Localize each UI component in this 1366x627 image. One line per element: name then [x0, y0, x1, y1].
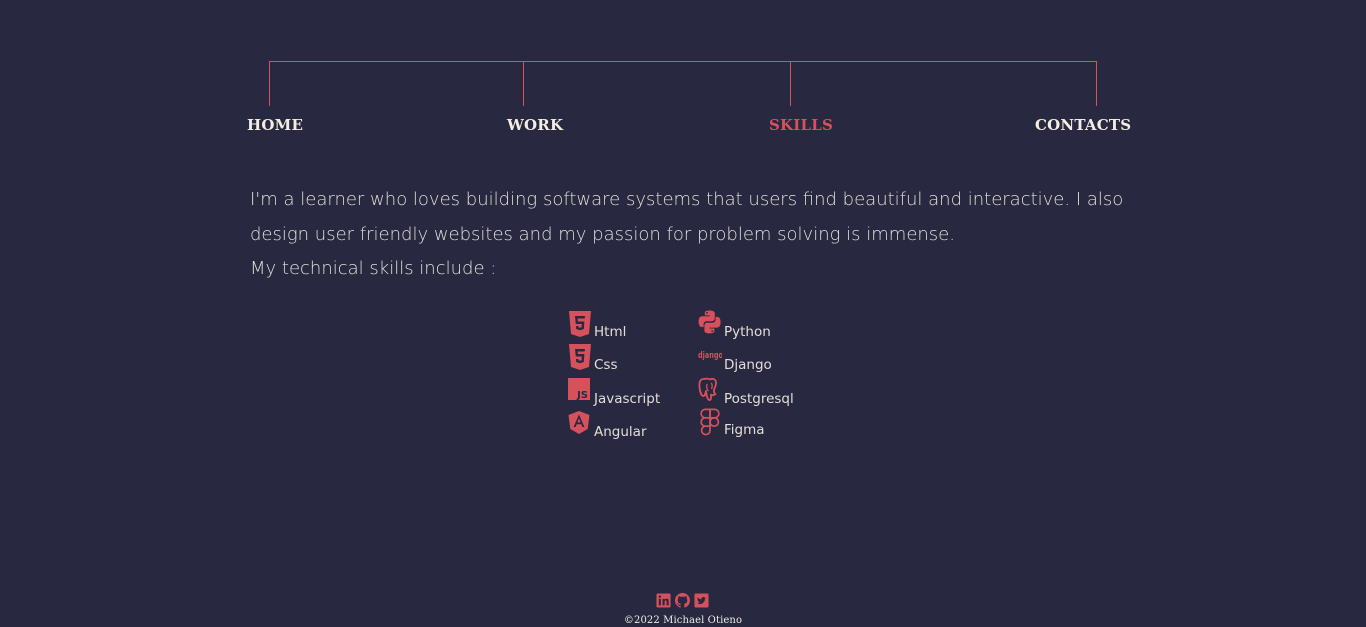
github-icon[interactable] — [675, 593, 690, 608]
svg-text:JS: JS — [576, 390, 588, 401]
html5-icon — [569, 311, 591, 337]
nav-home-link[interactable]: HOME — [247, 116, 303, 134]
nav-connector-lines — [269, 61, 1097, 106]
nav-work-link[interactable]: WORK — [507, 116, 563, 134]
figma-icon — [700, 408, 720, 436]
skill-label: Django — [724, 357, 772, 373]
postgresql-icon — [698, 377, 718, 401]
nav-contacts-link[interactable]: CONTACTS — [1035, 116, 1131, 134]
nav-skills-link[interactable]: SKILLS — [769, 116, 833, 134]
svg-text:django: django — [698, 351, 722, 361]
skill-label: Css — [594, 357, 618, 373]
skill-label: Angular — [594, 424, 647, 440]
social-links — [656, 593, 712, 609]
linkedin-icon[interactable] — [656, 593, 671, 608]
django-icon: django — [698, 351, 722, 361]
skill-label: Html — [594, 324, 627, 340]
skill-label: Python — [724, 324, 771, 340]
css3-icon — [569, 344, 591, 370]
skill-label: Postgresql — [724, 391, 794, 407]
twitter-icon[interactable] — [694, 593, 709, 608]
copyright-text: ©2022 Michael Otieno — [623, 615, 743, 626]
skill-label: Javascript — [594, 391, 661, 407]
python-icon — [698, 310, 721, 334]
skill-label: Figma — [724, 422, 765, 438]
javascript-icon: JS — [568, 378, 590, 401]
intro-text: I'm a learner who loves building softwar… — [250, 189, 1124, 279]
angular-icon — [568, 411, 590, 434]
